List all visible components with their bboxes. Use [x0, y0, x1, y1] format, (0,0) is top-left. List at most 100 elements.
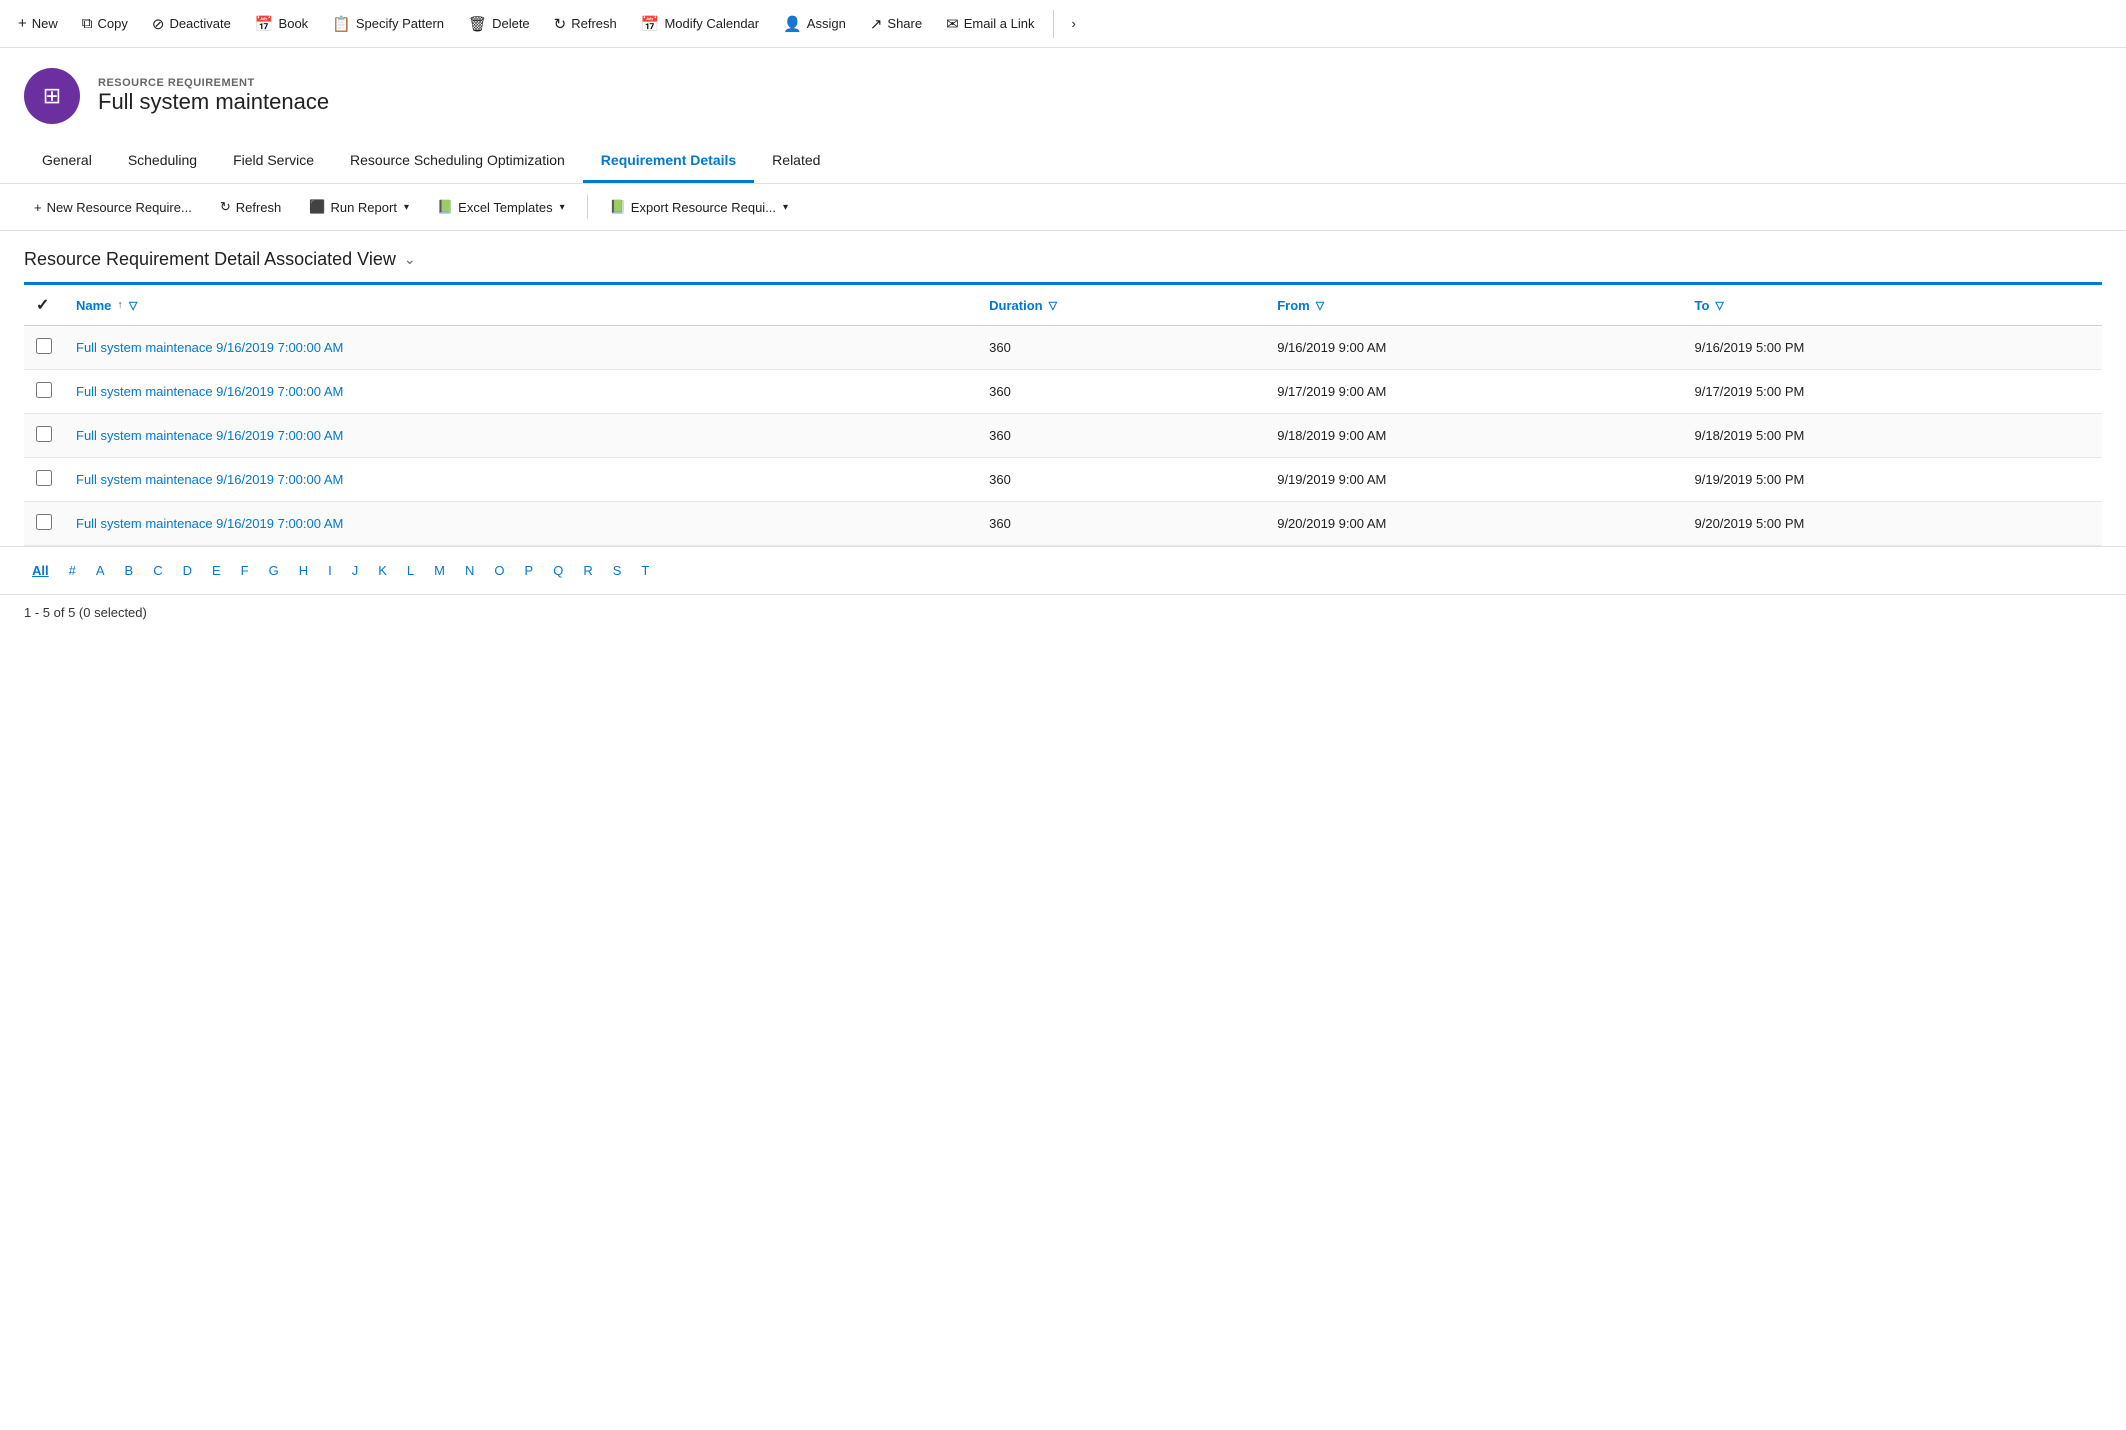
- delete-button[interactable]: 🗑 Delete: [458, 9, 540, 39]
- avatar-icon: ⊞: [43, 83, 61, 109]
- refresh-icon: ↻: [554, 15, 567, 33]
- row-checkbox-cell[interactable]: [24, 458, 64, 502]
- page-letter-a[interactable]: A: [88, 559, 113, 582]
- row-name-link[interactable]: Full system maintenace 9/16/2019 7:00:00…: [76, 340, 343, 355]
- new-icon: +: [18, 15, 27, 32]
- assign-icon: 👤: [783, 15, 802, 33]
- name-filter-icon[interactable]: ▽: [129, 299, 137, 312]
- to-column-label: To: [1695, 298, 1710, 313]
- row-checkbox[interactable]: [36, 514, 52, 530]
- duration-filter-icon[interactable]: ▽: [1049, 299, 1057, 312]
- row-checkbox[interactable]: [36, 382, 52, 398]
- pagination-bar: All#ABCDEFGHIJKLMNOPQRST: [0, 546, 2126, 594]
- table-body: Full system maintenace 9/16/2019 7:00:00…: [24, 326, 2102, 546]
- page-letter-c[interactable]: C: [145, 559, 170, 582]
- row-duration-cell: 360: [977, 458, 1265, 502]
- row-name-link[interactable]: Full system maintenace 9/16/2019 7:00:00…: [76, 472, 343, 487]
- delete-icon: 🗑: [468, 15, 487, 33]
- page-letter-j[interactable]: J: [344, 559, 367, 582]
- run-report-icon: ⬛: [309, 199, 325, 215]
- page-letter-b[interactable]: B: [117, 559, 142, 582]
- excel-templates-button[interactable]: 📗 Excel Templates ▾: [427, 194, 575, 220]
- page-letter-f[interactable]: F: [233, 559, 257, 582]
- export-resource-button[interactable]: 📗 Export Resource Requi... ▾: [600, 194, 798, 220]
- page-letter-n[interactable]: N: [457, 559, 482, 582]
- record-type: RESOURCE REQUIREMENT: [98, 77, 329, 89]
- assign-button[interactable]: 👤 Assign: [773, 9, 856, 39]
- row-name-link[interactable]: Full system maintenace 9/16/2019 7:00:00…: [76, 428, 343, 443]
- row-from-cell: 9/17/2019 9:00 AM: [1265, 370, 1682, 414]
- row-from-cell: 9/18/2019 9:00 AM: [1265, 414, 1682, 458]
- tab-resource-scheduling[interactable]: Resource Scheduling Optimization: [332, 140, 583, 183]
- view-title-dropdown-icon[interactable]: ⌄: [404, 251, 416, 268]
- row-name-cell: Full system maintenace 9/16/2019 7:00:00…: [64, 502, 977, 546]
- to-filter-icon[interactable]: ▽: [1715, 299, 1723, 312]
- book-button[interactable]: 📅 Book: [245, 9, 318, 39]
- refresh-button[interactable]: ↻ Refresh: [544, 9, 627, 39]
- row-to-cell: 9/20/2019 5:00 PM: [1683, 502, 2103, 546]
- name-sort-icon[interactable]: ↑: [117, 299, 123, 311]
- sub-refresh-icon: ↻: [220, 199, 231, 215]
- page-letter-s[interactable]: S: [605, 559, 630, 582]
- page-letter-e[interactable]: E: [204, 559, 229, 582]
- page-letter-d[interactable]: D: [175, 559, 200, 582]
- page-letter-l[interactable]: L: [399, 559, 422, 582]
- select-all-checkmark[interactable]: ✓: [36, 297, 49, 314]
- specify-pattern-button[interactable]: 📋 Specify Pattern: [322, 9, 454, 39]
- row-duration-cell: 360: [977, 414, 1265, 458]
- share-button[interactable]: ↗ Share: [860, 9, 932, 39]
- modify-calendar-icon: 📅: [641, 15, 660, 33]
- more-button[interactable]: ›: [1062, 10, 1086, 37]
- row-checkbox-cell[interactable]: [24, 414, 64, 458]
- row-name-link[interactable]: Full system maintenace 9/16/2019 7:00:00…: [76, 516, 343, 531]
- tab-scheduling[interactable]: Scheduling: [110, 140, 215, 183]
- table-row: Full system maintenace 9/16/2019 7:00:00…: [24, 502, 2102, 546]
- page-letter-q[interactable]: Q: [545, 559, 571, 582]
- export-resource-dropdown-icon: ▾: [783, 202, 788, 213]
- row-checkbox-cell[interactable]: [24, 326, 64, 370]
- run-report-button[interactable]: ⬛ Run Report ▾: [299, 194, 419, 220]
- view-title-bar: Resource Requirement Detail Associated V…: [0, 231, 2126, 282]
- row-checkbox-cell[interactable]: [24, 502, 64, 546]
- modify-calendar-button[interactable]: 📅 Modify Calendar: [631, 9, 769, 39]
- page-letter-#[interactable]: #: [61, 559, 84, 582]
- deactivate-button[interactable]: ⊘ Deactivate: [142, 9, 241, 39]
- page-letter-t[interactable]: T: [633, 559, 657, 582]
- row-name-link[interactable]: Full system maintenace 9/16/2019 7:00:00…: [76, 384, 343, 399]
- from-filter-icon[interactable]: ▽: [1316, 299, 1324, 312]
- new-resource-button[interactable]: + New Resource Require...: [24, 195, 202, 220]
- sub-toolbar: + New Resource Require... ↻ Refresh ⬛ Ru…: [0, 184, 2126, 231]
- row-checkbox-cell[interactable]: [24, 370, 64, 414]
- specify-pattern-icon: 📋: [332, 15, 351, 33]
- page-letter-g[interactable]: G: [261, 559, 287, 582]
- table-header-row: ✓ Name ↑ ▽ Duration ▽: [24, 285, 2102, 326]
- row-name-cell: Full system maintenace 9/16/2019 7:00:00…: [64, 414, 977, 458]
- page-letter-m[interactable]: M: [426, 559, 453, 582]
- tab-related[interactable]: Related: [754, 140, 838, 183]
- page-letter-h[interactable]: H: [291, 559, 316, 582]
- more-icon: ›: [1072, 16, 1076, 31]
- from-column-label: From: [1277, 298, 1310, 313]
- sub-refresh-button[interactable]: ↻ Refresh: [210, 194, 291, 220]
- select-all-header[interactable]: ✓: [24, 285, 64, 326]
- copy-icon: ⧉: [82, 15, 93, 32]
- page-letter-i[interactable]: I: [320, 559, 340, 582]
- row-from-cell: 9/19/2019 9:00 AM: [1265, 458, 1682, 502]
- page-letter-p[interactable]: P: [517, 559, 542, 582]
- tab-field-service[interactable]: Field Service: [215, 140, 332, 183]
- page-letter-all[interactable]: All: [24, 559, 57, 582]
- nav-tabs: General Scheduling Field Service Resourc…: [0, 140, 2126, 184]
- row-checkbox[interactable]: [36, 338, 52, 354]
- page-letter-k[interactable]: K: [370, 559, 395, 582]
- new-button[interactable]: + New: [8, 9, 68, 38]
- table-row: Full system maintenace 9/16/2019 7:00:00…: [24, 326, 2102, 370]
- tab-requirement-details[interactable]: Requirement Details: [583, 140, 754, 183]
- email-link-button[interactable]: ✉ Email a Link: [936, 9, 1044, 39]
- tab-general[interactable]: General: [24, 140, 110, 183]
- copy-button[interactable]: ⧉ Copy: [72, 9, 138, 38]
- page-letter-o[interactable]: O: [486, 559, 512, 582]
- row-checkbox[interactable]: [36, 426, 52, 442]
- page-letter-r[interactable]: R: [575, 559, 600, 582]
- status-bar: 1 - 5 of 5 (0 selected): [0, 594, 2126, 630]
- row-checkbox[interactable]: [36, 470, 52, 486]
